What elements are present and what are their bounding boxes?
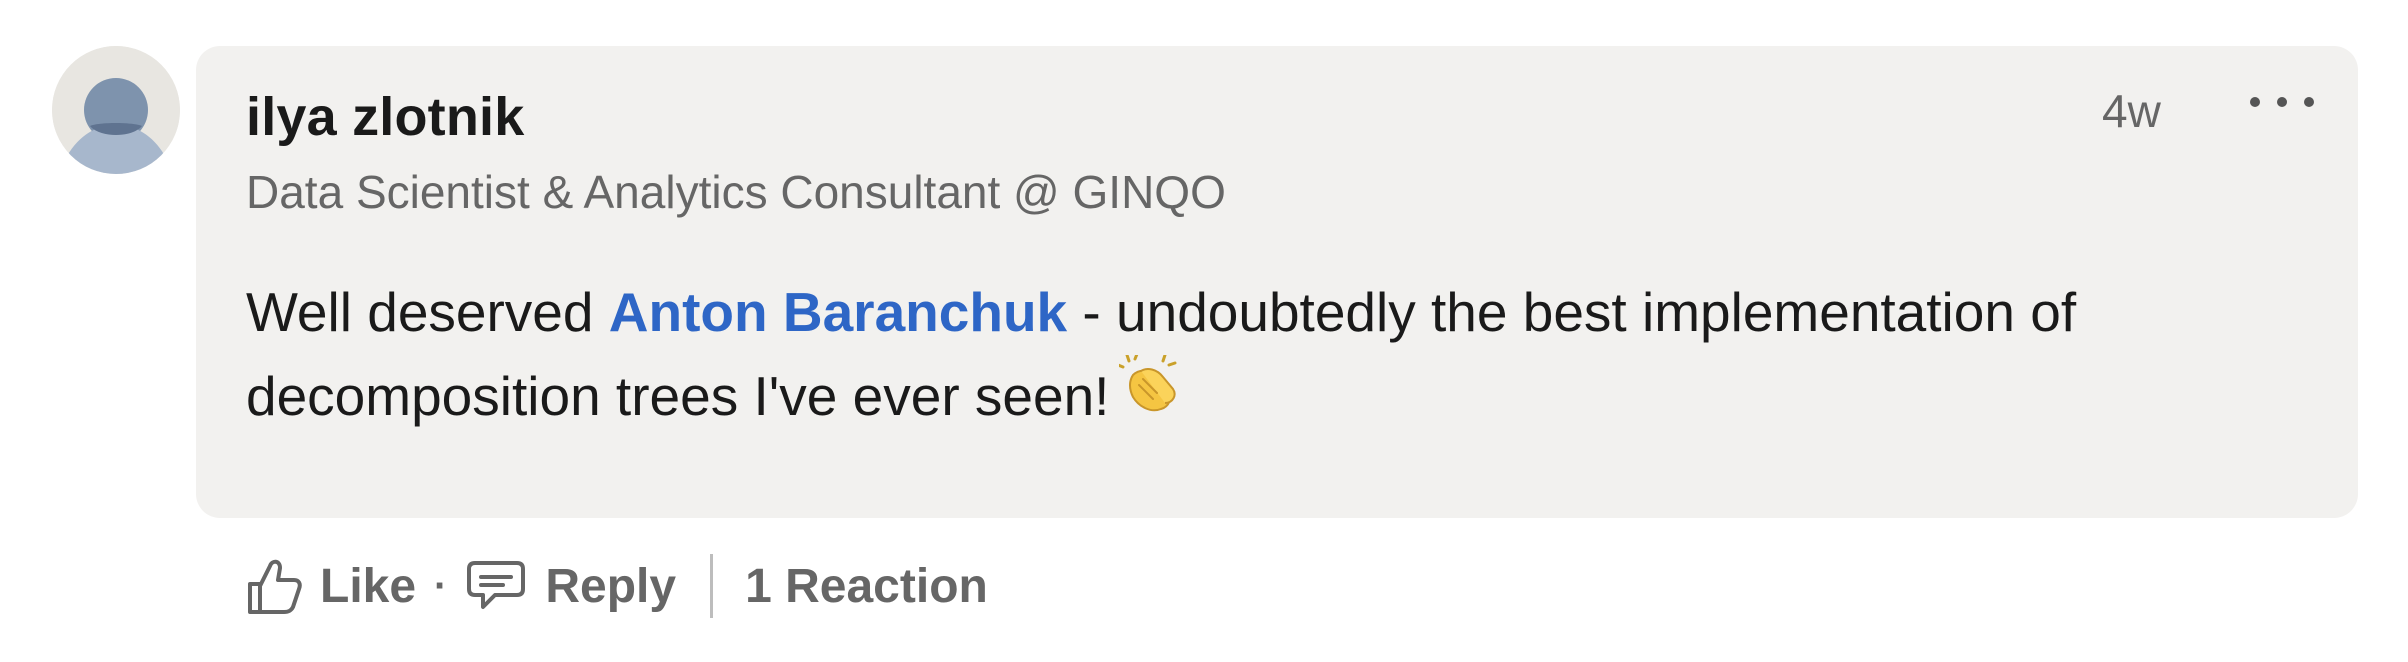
reactions-count-link[interactable]: 1 Reaction [745, 559, 988, 614]
reactions-label: 1 Reaction [745, 559, 988, 613]
like-button[interactable]: Like [246, 556, 416, 616]
author-headline: Data Scientist & Analytics Consultant @ … [246, 166, 1226, 218]
comment-text: Well deserved Anton Baranchuk - undoubte… [246, 270, 2306, 442]
comment-actions: Like · Reply 1 Reaction [246, 550, 988, 622]
author-name[interactable]: ilya zlotnik [246, 86, 524, 148]
reply-label: Reply [545, 559, 677, 613]
like-thumb-icon [248, 559, 302, 614]
mention-link[interactable]: Anton Baranchuk [609, 281, 1067, 343]
more-options-icon[interactable] [2250, 82, 2314, 122]
reply-speech-icon [467, 561, 526, 609]
clapping-hands-emoji-icon [1116, 352, 1177, 436]
reply-button[interactable]: Reply [465, 559, 676, 614]
comment-text-before-mention: Well deserved [246, 281, 609, 343]
avatar-placeholder-icon [52, 46, 180, 174]
like-label: Like [320, 559, 417, 613]
separator-dot: · [434, 563, 448, 608]
actions-divider [710, 554, 714, 618]
avatar[interactable] [52, 46, 180, 174]
comment-timestamp: 4w [2102, 85, 2161, 137]
